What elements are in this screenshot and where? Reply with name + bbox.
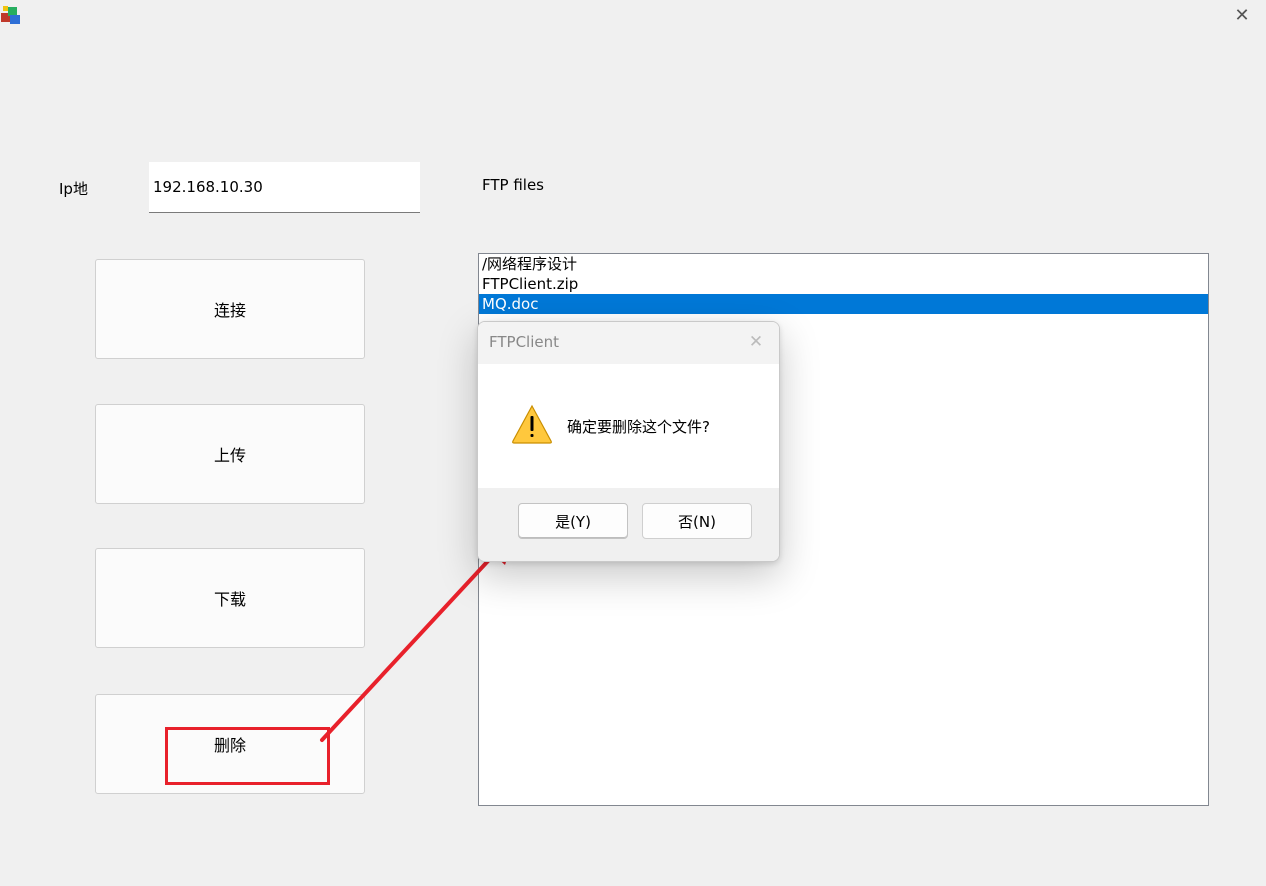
delete-button[interactable]: 删除	[95, 694, 365, 794]
window-close-button[interactable]: ✕	[1228, 4, 1256, 28]
ip-label: Ip地	[59, 180, 88, 198]
dialog-body: 确定要删除这个文件?	[478, 364, 779, 488]
no-button[interactable]: 否(N)	[642, 503, 752, 539]
dialog-close-icon[interactable]: ✕	[744, 330, 768, 354]
list-item[interactable]: FTPClient.zip	[479, 274, 1208, 294]
ip-address-input[interactable]	[149, 162, 420, 213]
dialog-message: 确定要删除这个文件?	[567, 418, 710, 436]
dialog-footer: 是(Y) 否(N)	[478, 488, 779, 561]
yes-button[interactable]: 是(Y)	[518, 503, 628, 539]
warning-icon	[512, 404, 552, 444]
confirm-dialog: FTPClient ✕ 确定要删除这个文件? 是(Y) 否(N)	[477, 321, 780, 562]
dialog-title: FTPClient	[489, 333, 559, 351]
dialog-title-bar: FTPClient ✕	[478, 322, 779, 364]
ftp-files-label: FTP files	[482, 176, 544, 194]
download-button[interactable]: 下载	[95, 548, 365, 648]
list-item[interactable]: /网络程序设计	[479, 254, 1208, 274]
list-item-selected[interactable]: MQ.doc	[479, 294, 1208, 314]
title-bar: ✕	[0, 0, 1266, 36]
app-icon	[1, 6, 20, 24]
upload-button[interactable]: 上传	[95, 404, 365, 504]
connect-button[interactable]: 连接	[95, 259, 365, 359]
